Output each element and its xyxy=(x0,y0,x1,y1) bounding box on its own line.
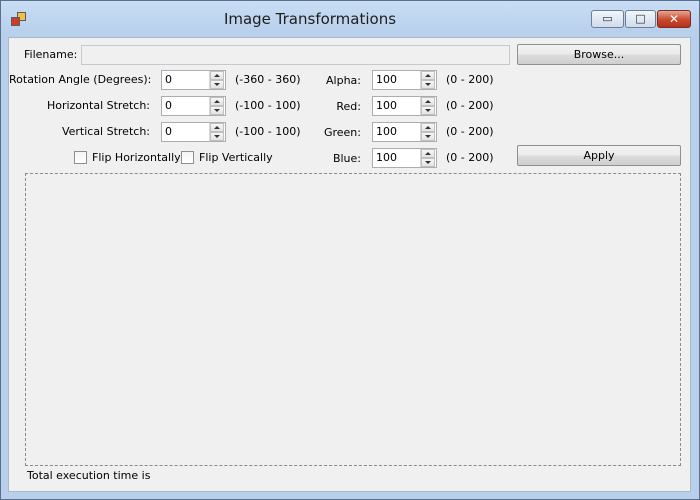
close-button[interactable]: ✕ xyxy=(657,10,691,28)
rotation-angle-stepper[interactable]: 0 xyxy=(161,70,226,90)
apply-button[interactable]: Apply xyxy=(517,145,681,166)
spin-down-icon[interactable] xyxy=(210,80,224,89)
rotation-angle-value: 0 xyxy=(165,73,172,86)
rotation-angle-label: Rotation Angle (Degrees): xyxy=(9,73,152,86)
alpha-stepper[interactable]: 100 xyxy=(372,70,437,90)
spin-up-icon[interactable] xyxy=(421,123,435,132)
image-preview-area xyxy=(25,173,681,466)
vertical-stretch-label: Vertical Stretch: xyxy=(61,125,150,138)
green-stepper[interactable]: 100 xyxy=(372,122,437,142)
window-title: Image Transformations xyxy=(223,10,397,28)
browse-button[interactable]: Browse... xyxy=(517,44,681,65)
flip-vertically-label[interactable]: Flip Vertically xyxy=(199,151,273,164)
filename-field[interactable] xyxy=(81,45,510,65)
green-label: Green: xyxy=(323,126,361,139)
flip-horizontally-checkbox[interactable] xyxy=(74,151,87,164)
flip-horizontally-label[interactable]: Flip Horizontally xyxy=(92,151,181,164)
spin-up-icon[interactable] xyxy=(210,97,224,106)
form-client-area: Filename: Browse... Rotation Angle (Degr… xyxy=(8,37,691,492)
spin-down-icon[interactable] xyxy=(421,132,435,141)
alpha-range-label: (0 - 200) xyxy=(446,73,494,86)
blue-value: 100 xyxy=(376,151,397,164)
spin-up-icon[interactable] xyxy=(421,149,435,158)
spin-up-icon[interactable] xyxy=(210,71,224,80)
spin-down-icon[interactable] xyxy=(421,80,435,89)
horizontal-stretch-label: Horizontal Stretch: xyxy=(46,99,150,112)
execution-time-label: Total execution time is xyxy=(27,469,151,482)
blue-label: Blue: xyxy=(332,152,361,165)
maximize-icon: □ xyxy=(635,12,646,25)
red-stepper[interactable]: 100 xyxy=(372,96,437,116)
horizontal-stretch-range-label: (-100 - 100) xyxy=(235,99,301,112)
minimize-button[interactable]: ▭ xyxy=(591,10,624,28)
red-range-label: (0 - 200) xyxy=(446,99,494,112)
horizontal-stretch-stepper[interactable]: 0 xyxy=(161,96,226,116)
title-bar[interactable]: Image Transformations ▭ □ ✕ xyxy=(1,1,699,37)
flip-vertically-checkbox[interactable] xyxy=(181,151,194,164)
red-value: 100 xyxy=(376,99,397,112)
spin-up-icon[interactable] xyxy=(421,97,435,106)
alpha-value: 100 xyxy=(376,73,397,86)
minimize-icon: ▭ xyxy=(602,12,613,25)
spin-down-icon[interactable] xyxy=(421,158,435,167)
spin-down-icon[interactable] xyxy=(421,106,435,115)
close-icon: ✕ xyxy=(668,12,680,26)
vertical-stretch-range-label: (-100 - 100) xyxy=(235,125,301,138)
green-range-label: (0 - 200) xyxy=(446,125,494,138)
app-window: Image Transformations ▭ □ ✕ Filename: Br… xyxy=(0,0,700,500)
blue-range-label: (0 - 200) xyxy=(446,151,494,164)
maximize-button[interactable]: □ xyxy=(625,10,656,28)
red-label: Red: xyxy=(336,100,361,113)
spin-up-icon[interactable] xyxy=(421,71,435,80)
spin-down-icon[interactable] xyxy=(210,132,224,141)
vertical-stretch-stepper[interactable]: 0 xyxy=(161,122,226,142)
spin-up-icon[interactable] xyxy=(210,123,224,132)
horizontal-stretch-value: 0 xyxy=(165,99,172,112)
green-value: 100 xyxy=(376,125,397,138)
alpha-label: Alpha: xyxy=(326,74,361,87)
rotation-range-label: (-360 - 360) xyxy=(235,73,301,86)
filename-label: Filename: xyxy=(24,48,78,61)
vertical-stretch-value: 0 xyxy=(165,125,172,138)
blue-stepper[interactable]: 100 xyxy=(372,148,437,168)
spin-down-icon[interactable] xyxy=(210,106,224,115)
